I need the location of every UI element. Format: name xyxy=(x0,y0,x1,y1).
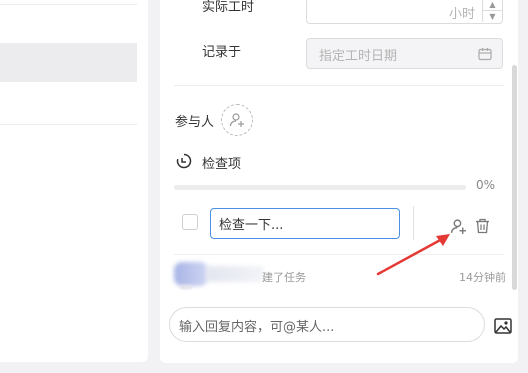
progress-percent: 0% xyxy=(476,178,496,192)
checklist-clock-icon xyxy=(175,152,192,169)
record-date-input[interactable]: 指定工时日期 xyxy=(306,38,503,69)
reply-input[interactable]: 输入回复内容，可@某人... xyxy=(169,307,485,342)
add-user-icon xyxy=(229,113,244,127)
actual-hours-label: 实际工时 xyxy=(202,0,255,15)
avatar xyxy=(174,262,208,286)
record-date-label: 记录于 xyxy=(202,45,242,60)
checklist-item-input[interactable] xyxy=(210,208,400,239)
section-divider xyxy=(174,254,504,255)
calendar-icon xyxy=(477,46,493,62)
trash-icon[interactable] xyxy=(472,216,492,236)
stepper-down-icon[interactable]: ▼ xyxy=(483,10,502,22)
section-divider xyxy=(174,85,504,86)
task-list-panel xyxy=(0,0,148,362)
checklist-title: 检查项 xyxy=(202,157,242,172)
scrollbar-thumb[interactable] xyxy=(512,65,517,290)
image-icon[interactable] xyxy=(493,316,513,336)
list-item-selected[interactable] xyxy=(0,43,137,82)
participants-label: 参与人 xyxy=(175,115,215,130)
activity-user-name xyxy=(206,266,264,282)
actual-hours-placeholder: 小时 xyxy=(449,7,476,22)
add-participant-button[interactable] xyxy=(221,104,253,136)
list-divider xyxy=(0,124,137,125)
stepper-up-icon[interactable]: ▲ xyxy=(483,0,502,10)
reply-placeholder: 输入回复内容，可@某人... xyxy=(179,320,335,335)
activity-time: 14分钟前 xyxy=(459,271,506,284)
list-divider xyxy=(0,4,137,5)
hours-stepper[interactable]: ▲ ▼ xyxy=(482,0,502,22)
actual-hours-input[interactable]: 小时 ▲ ▼ xyxy=(306,0,503,24)
record-date-placeholder: 指定工时日期 xyxy=(319,49,398,64)
checklist-progress-bar xyxy=(174,185,466,190)
activity-redacted xyxy=(180,285,192,289)
checklist-item-checkbox[interactable] xyxy=(182,214,198,230)
activity-text: 建了任务 xyxy=(262,271,306,284)
assign-user-icon[interactable] xyxy=(448,216,468,236)
item-divider xyxy=(413,206,414,240)
